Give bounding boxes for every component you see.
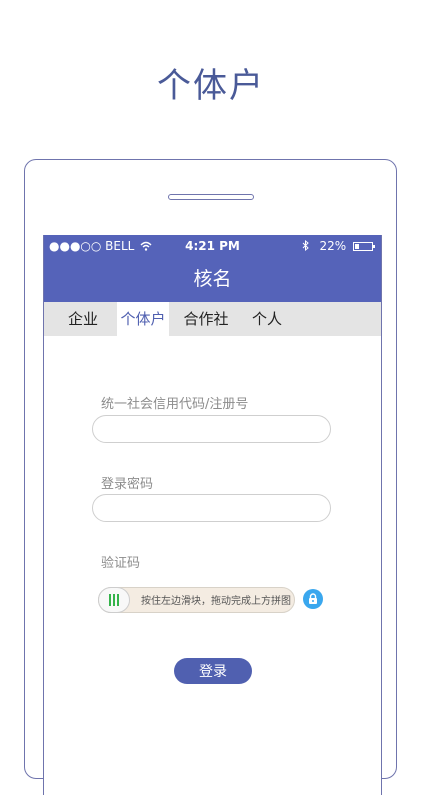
tab-bar: 企业 个体户 合作社 个人 <box>44 302 381 336</box>
bluetooth-icon <box>302 239 309 252</box>
captcha-label: 验证码 <box>101 556 141 571</box>
battery-percent: 22% <box>319 239 347 253</box>
tab-personal[interactable]: 个人 <box>242 302 292 336</box>
lock-icon <box>303 589 323 609</box>
grip-line-icon <box>113 594 115 606</box>
password-input[interactable] <box>92 494 331 522</box>
status-right: 22% <box>302 239 375 253</box>
slider-hint: 按住左边滑块，拖动完成上方拼图 <box>141 596 291 607</box>
nav-title: 核名 <box>44 257 381 302</box>
grip-line-icon <box>109 594 111 606</box>
captcha-slider-handle[interactable] <box>98 587 130 613</box>
password-label: 登录密码 <box>101 477 154 492</box>
login-button[interactable]: 登录 <box>174 658 252 684</box>
credit-code-input[interactable] <box>92 415 331 443</box>
phone-screen: ●●●○○ BELL 4:21 PM 22% 核名 企业 个体户 合作社 个人 … <box>43 235 382 795</box>
phone-frame: ●●●○○ BELL 4:21 PM 22% 核名 企业 个体户 合作社 个人 … <box>24 159 397 795</box>
grip-line-icon <box>117 594 119 606</box>
tab-cooperative[interactable]: 合作社 <box>174 302 238 336</box>
captcha-slider-track: 按住左边滑块，拖动完成上方拼图 <box>98 587 295 613</box>
credit-code-label: 统一社会信用代码/注册号 <box>101 397 249 412</box>
page-headline: 个体户 <box>157 66 265 106</box>
tab-individual-business[interactable]: 个体户 <box>117 302 169 336</box>
battery-icon <box>353 242 375 251</box>
tab-enterprise[interactable]: 企业 <box>54 302 112 336</box>
phone-speaker <box>168 194 254 200</box>
status-bar: ●●●○○ BELL 4:21 PM 22% <box>44 235 381 257</box>
